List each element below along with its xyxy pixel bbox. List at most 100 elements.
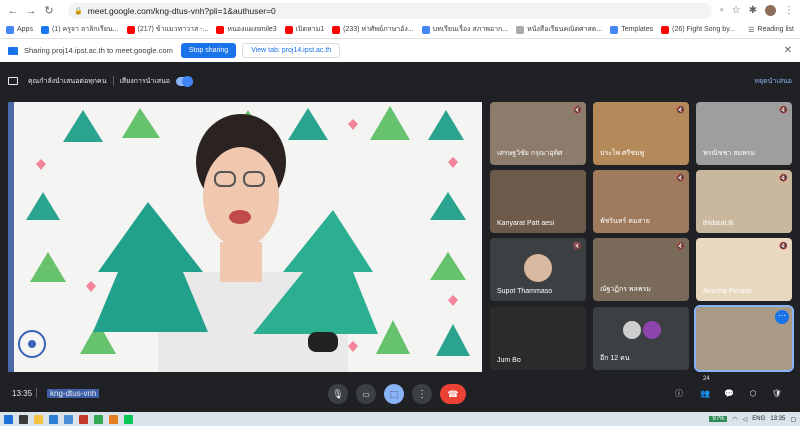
mic-off-icon: 🔇: [573, 243, 582, 250]
address-bar[interactable]: 🔒 meet.google.com/kng-dtus-vnh?pli=1&aut…: [68, 2, 713, 19]
edge-icon[interactable]: [49, 414, 58, 424]
bookmark-favicon-icon: [610, 25, 619, 34]
reading-list-button[interactable]: ☰ Reading list: [748, 26, 794, 34]
bookmark-favicon-icon: [421, 25, 430, 34]
view-tab-button[interactable]: View tab: proj14.ipst.ac.th: [242, 43, 341, 58]
file-explorer-icon[interactable]: [34, 414, 43, 424]
camera-icon[interactable]: ▫: [720, 5, 724, 16]
participant-name: thidarat.tk: [703, 220, 734, 227]
extensions-icon[interactable]: ✱: [749, 5, 757, 16]
browser-chrome: ← → ↻ 🔒 meet.google.com/kng-dtus-vnh?pli…: [0, 0, 800, 38]
avatar: [623, 321, 641, 339]
participant-tile[interactable]: เศรษฐวิชัย กรุณาอุทิศ 🔇: [490, 102, 586, 165]
notification-icon[interactable]: ▢: [790, 416, 796, 423]
camera-icon: ▭: [362, 389, 370, 399]
bookmark-item[interactable]: หนองแผงsmile3: [216, 24, 277, 35]
mic-button[interactable]: 🎙: [328, 384, 348, 404]
mic-icon: 🎙: [332, 388, 344, 399]
volume-icon[interactable]: ◁: [743, 416, 748, 423]
mic-off-icon: 🔇: [573, 107, 582, 114]
audio-toggle[interactable]: [175, 75, 193, 87]
back-icon[interactable]: ←: [6, 4, 20, 18]
participant-tile[interactable]: thidarat.tk 🔇: [696, 170, 792, 233]
store-icon[interactable]: [64, 414, 73, 424]
bookmark-favicon-icon: [6, 25, 14, 34]
stop-presenting-button[interactable]: หยุดนำเสนอ: [754, 76, 792, 87]
divider: [112, 76, 114, 86]
bookmark-label: หนังสือเรียนคณิตศาสต...: [527, 26, 603, 33]
participant-tile[interactable]: Kanyarat Patt aesi: [490, 170, 586, 233]
bookmark-label: (1) ครูจา ลาลิกเรียน...: [51, 26, 119, 33]
chat-icon[interactable]: 💬: [722, 386, 736, 400]
close-icon[interactable]: ✕: [784, 45, 792, 56]
meet-window: คุณกำลังนำเสนอต่อทุกคน เสียงการนำเสนอ หย…: [0, 62, 800, 412]
activities-icon[interactable]: ⬡: [746, 386, 760, 400]
participant-name: Anucha Pesalai: [703, 288, 752, 295]
battery-indicator[interactable]: 97%: [709, 416, 728, 422]
presentation-audio-label: เสียงการนำเสนอ: [119, 77, 170, 85]
line-icon[interactable]: [124, 414, 133, 424]
participant-tile[interactable]: ประไพ ศรีชมพู 🔇: [593, 102, 689, 165]
participant-tile[interactable]: Supot Thammaso 🔇: [490, 238, 586, 301]
info-icon[interactable]: ⓘ: [672, 386, 686, 400]
bookmark-label: บทเรียนเรื่อง สภาพอาก...: [432, 26, 509, 33]
main-presentation-video: [8, 102, 482, 372]
present-button[interactable]: ⬚: [384, 384, 404, 404]
participant-count: 24: [703, 376, 710, 382]
participant-tile[interactable]: ⋯: [694, 305, 794, 372]
camera-button[interactable]: ▭: [356, 384, 376, 404]
stop-sharing-button[interactable]: Stop sharing: [180, 43, 237, 58]
url-text: meet.google.com/kng-dtus-vnh?pli=1&authu…: [87, 5, 276, 16]
mic-off-icon: 🔇: [676, 107, 685, 114]
menu-icon[interactable]: ⋮: [784, 5, 794, 16]
participant-name: พรณิชชา สมพรม: [703, 150, 756, 157]
bookmark-item[interactable]: Templates: [610, 25, 653, 34]
search-icon[interactable]: [19, 414, 28, 424]
meeting-code[interactable]: kng-dtus-vnh: [47, 388, 100, 398]
app-icon[interactable]: [79, 414, 88, 424]
participant-tile[interactable]: พรณิชชา สมพรม 🔇: [696, 102, 792, 165]
profile-avatar[interactable]: [765, 5, 776, 16]
bookmark-item[interactable]: หนังสือเรียนคณิตศาสต...: [516, 24, 602, 35]
star-icon[interactable]: ☆: [732, 5, 741, 16]
participant-tile[interactable]: Anucha Pesalai 🔇: [696, 238, 792, 301]
lock-icon: 🔒: [74, 7, 83, 15]
participant-tile[interactable]: พัชรินทร์ คมสาย 🔇: [593, 170, 689, 233]
sharing-text: Sharing proj14.ipst.ac.th to meet.google…: [24, 46, 173, 55]
chrome-icon[interactable]: [94, 414, 103, 424]
bookmark-favicon-icon: [284, 25, 293, 34]
participant-tile[interactable]: ณัฐวฏิกร พลพรม 🔇: [593, 238, 689, 301]
avatar: [524, 254, 552, 282]
participant-name: ประไพ ศรีชมพู: [600, 150, 645, 157]
host-controls-icon[interactable]: 🛡: [770, 386, 784, 400]
wifi-icon[interactable]: ◠: [732, 416, 737, 423]
video-frame: [8, 102, 482, 372]
bookmark-item[interactable]: (233) ห่าศัพย์ภาษาอัง...: [332, 24, 414, 35]
bookmark-item[interactable]: (1) ครูจา ลาลิกเรียน...: [40, 24, 119, 35]
participant-tile[interactable]: Jum Bo: [490, 307, 586, 370]
bookmark-item[interactable]: (26) Fight Song by...: [661, 25, 735, 34]
bookmark-label: หนองแผงsmile3: [227, 26, 277, 33]
os-taskbar: 97% ◠ ◁ ENG 13:35 ▢: [0, 412, 800, 426]
windows-start-icon[interactable]: [4, 414, 13, 424]
bookmark-item[interactable]: บทเรียนเรื่อง สภาพอาก...: [421, 24, 509, 35]
bookmark-item[interactable]: Apps: [6, 25, 33, 34]
mic-off-icon: 🔇: [779, 175, 788, 182]
more-options-button[interactable]: ⋮: [412, 384, 432, 404]
forward-icon[interactable]: →: [24, 4, 38, 18]
tile-more-options-icon[interactable]: ⋯: [775, 310, 789, 324]
bookmark-item[interactable]: เปิดหาม1: [284, 24, 324, 35]
bookmark-item[interactable]: (217) ข้าแมวทาวาส -...: [126, 24, 208, 35]
reload-icon[interactable]: ↻: [42, 4, 56, 18]
bookmark-favicon-icon: [661, 25, 670, 34]
mic-off-icon: 🔇: [676, 243, 685, 250]
language-indicator[interactable]: ENG: [752, 416, 765, 422]
participant-name: อีก 12 คน: [600, 355, 630, 362]
people-icon[interactable]: 👥: [698, 386, 712, 400]
clock[interactable]: 13:35: [770, 416, 785, 422]
participant-tile[interactable]: อีก 12 คน: [593, 307, 689, 370]
end-call-button[interactable]: ☎: [440, 384, 466, 404]
bookmarks-bar: Apps (1) ครูจา ลาลิกเรียน... (217) ข้าแมวท…: [0, 21, 800, 38]
zoom-icon[interactable]: [109, 414, 118, 424]
browser-toolbar: ← → ↻ 🔒 meet.google.com/kng-dtus-vnh?pli…: [0, 0, 800, 21]
